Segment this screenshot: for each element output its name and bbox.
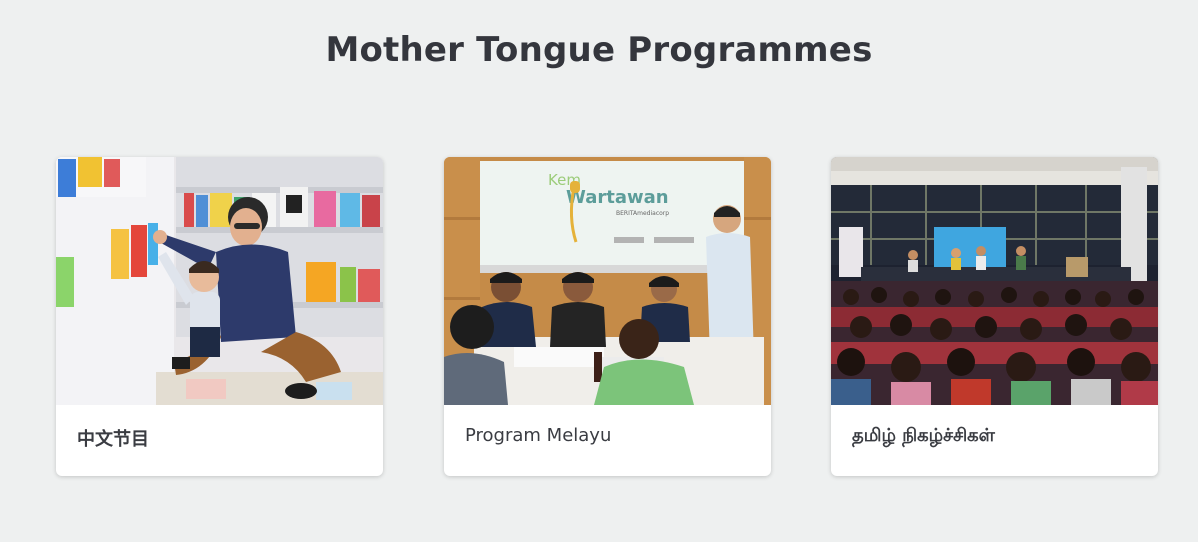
screen-title-line3: BERITAmediacorp <box>616 210 669 217</box>
card-malay-programmes[interactable]: Kem Wartawan BERITAmediacorp Program Mel… <box>444 157 771 476</box>
card-chinese-programmes[interactable]: 中文节目 <box>56 157 383 476</box>
card-image-library-reading[interactable] <box>56 157 383 405</box>
mother-tongue-section: Mother Tongue Programmes 中文节目 Kem Wartaw… <box>0 0 1198 542</box>
card-label[interactable]: தமிழ் நிகழ்ச்சிகள் <box>831 405 1158 476</box>
card-image-students-workshop[interactable]: Kem Wartawan BERITAmediacorp <box>444 157 771 405</box>
card-label[interactable]: Program Melayu <box>444 405 771 476</box>
section-title: Mother Tongue Programmes <box>325 30 873 70</box>
card-label[interactable]: 中文节目 <box>56 405 383 476</box>
card-tamil-programmes[interactable]: தமிழ் நிகழ்ச்சிகள் <box>831 157 1158 476</box>
screen-title-line2: Wartawan <box>566 187 669 208</box>
card-image-audience-event[interactable] <box>831 157 1158 405</box>
